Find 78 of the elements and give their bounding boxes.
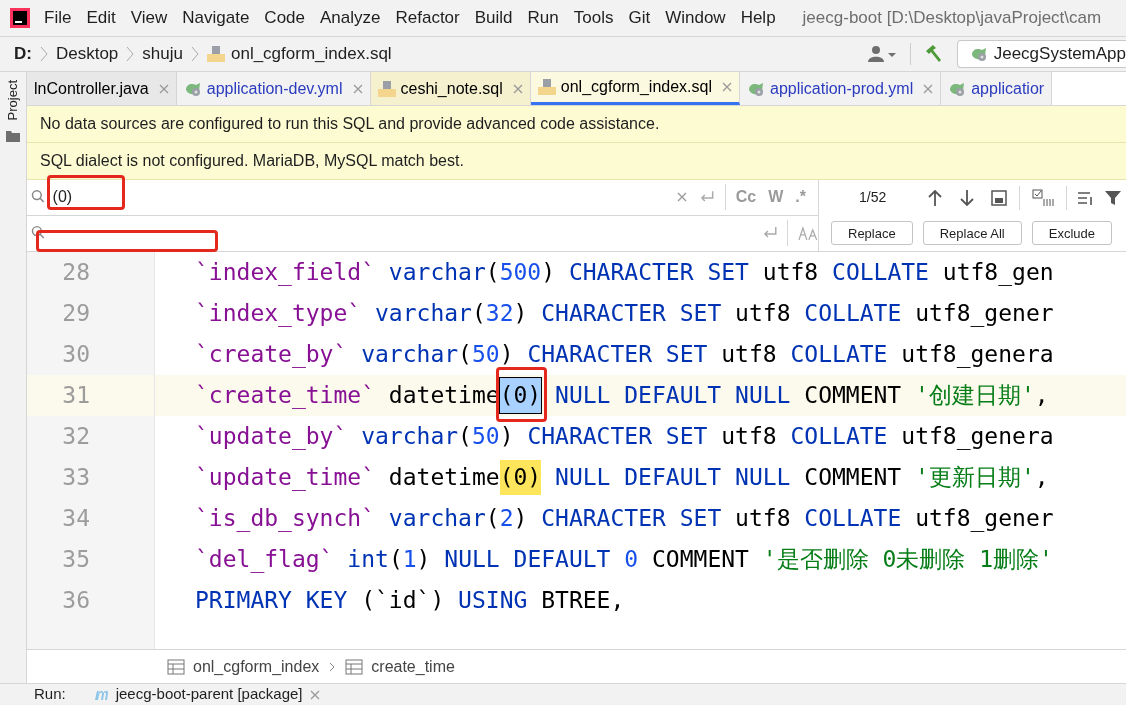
menu-item[interactable]: Code xyxy=(264,5,305,31)
breadcrumb-item[interactable]: Desktop xyxy=(55,41,119,67)
notification-banner: SQL dialect is not configured. MariaDB, MySQL match best. xyxy=(27,143,1126,180)
breadcrumb-item[interactable]: onl_cgform_index.sql xyxy=(230,41,392,67)
menu-item[interactable]: Analyze xyxy=(320,5,381,31)
config-file-icon xyxy=(948,80,967,97)
code-line: `del_flag` int(1) NULL DEFAULT 0 COMMENT '是否删除 0未删除 1删除' xyxy=(194,545,1054,575)
close-icon[interactable] xyxy=(677,192,688,203)
chevron-icon xyxy=(190,46,199,62)
code-line: `update_by` varchar(50) CHARACTER SET utf8 COLLATE utf8_genera xyxy=(194,422,1055,452)
chevron-icon xyxy=(126,46,135,62)
close-icon[interactable] xyxy=(352,83,363,94)
close-icon[interactable] xyxy=(512,83,523,94)
app-logo-icon xyxy=(10,8,30,28)
sql-file-icon xyxy=(206,46,225,62)
sql-file-icon xyxy=(377,80,396,97)
code-line: `create_by` varchar(50) CHARACTER SET utf8 COLLATE utf8_genera xyxy=(194,340,1055,370)
chevron-icon xyxy=(39,46,48,62)
sql-file-icon xyxy=(537,79,556,95)
menu-item[interactable]: Refactor xyxy=(395,5,460,31)
config-file-icon xyxy=(183,80,202,97)
select-all-icon[interactable] xyxy=(991,189,1007,206)
breadcrumb-item[interactable]: D: xyxy=(14,41,32,67)
code-line: `index_field` varchar(500) CHARACTER SET utf8 COLLATE utf8_gen xyxy=(194,258,1055,288)
editor-tab[interactable]: lnController.java xyxy=(27,72,177,105)
code-line: `index_type` varchar(32) CHARACTER SET utf8 COLLATE utf8_gener xyxy=(194,299,1055,329)
run-tab[interactable]: jeecg-boot-parent [package] xyxy=(115,683,303,705)
breadcrumb-item[interactable]: shuju xyxy=(142,41,183,67)
run-configuration-dropdown[interactable]: JeecgSystemApp xyxy=(956,40,1126,68)
filter-lines-icon[interactable] xyxy=(1077,189,1095,206)
table-icon xyxy=(167,658,185,675)
menu-item[interactable]: View xyxy=(130,5,168,31)
checkbox-list-icon[interactable] xyxy=(1032,188,1056,207)
close-icon[interactable] xyxy=(722,82,732,92)
config-file-icon xyxy=(969,46,988,62)
menu-item[interactable]: Help xyxy=(740,5,776,31)
match-counter: 1/52 xyxy=(859,188,888,208)
filter-icon[interactable] xyxy=(1105,189,1121,206)
run-label: Run: xyxy=(34,684,66,705)
annotation-box xyxy=(495,367,548,422)
user-icon[interactable] xyxy=(867,45,898,63)
code-line: `is_db_synch` varchar(2) CHARACTER SET utf8 COLLATE utf8_gener xyxy=(194,504,1055,534)
editor-tab[interactable]: ceshi_note.sql xyxy=(370,72,531,105)
chevron-icon xyxy=(329,661,336,672)
menu-item[interactable]: Build xyxy=(474,5,513,31)
editor-tab[interactable]: onl_cgform_index.sql xyxy=(530,72,740,105)
config-file-icon xyxy=(747,80,765,97)
close-icon[interactable] xyxy=(310,689,321,700)
menu-item[interactable]: Edit xyxy=(86,5,116,31)
replace-action-button[interactable]: Replace All xyxy=(922,221,1022,246)
table-icon xyxy=(345,658,364,675)
menu-item[interactable]: Git xyxy=(628,5,651,31)
code-line: PRIMARY KEY (`id`) USING BTREE, xyxy=(194,586,626,616)
editor-tab[interactable]: applicatior xyxy=(941,72,1053,105)
arrow-up-icon[interactable] xyxy=(927,188,943,207)
maven-icon xyxy=(93,688,110,701)
line-number-gutter: 28 29 30 31 32 33 34 35 36 xyxy=(27,252,155,649)
editor-tab[interactable]: application-dev.yml xyxy=(176,72,371,105)
menu-item[interactable]: Navigate xyxy=(182,5,250,31)
folder-icon xyxy=(6,130,20,143)
breadcrumb-item[interactable]: create_time xyxy=(371,654,455,679)
menu-item[interactable]: File xyxy=(44,5,72,31)
replace-action-button[interactable]: Replace xyxy=(831,221,913,246)
menu-item[interactable]: Window xyxy=(665,5,726,31)
project-tool-tab[interactable]: Project xyxy=(5,80,21,121)
menu-item[interactable]: Tools xyxy=(573,5,614,31)
preserve-case-icon[interactable] xyxy=(798,225,818,242)
arrow-down-icon[interactable] xyxy=(959,188,975,207)
close-icon[interactable] xyxy=(923,83,934,94)
code-line: `update_time` datetime(0) NULL DEFAULT NULL COMMENT '更新日期', xyxy=(155,457,1126,498)
close-icon[interactable] xyxy=(158,83,169,94)
editor-tab[interactable]: application-prod.yml xyxy=(740,72,942,105)
search-field[interactable]: (0) xyxy=(52,185,638,210)
menu-item[interactable]: Run xyxy=(527,5,559,31)
notification-banner: No data sources are configured to run this SQL and provide advanced code assistance. xyxy=(27,106,1126,143)
breadcrumb-item[interactable]: onl_cgform_index xyxy=(193,654,320,679)
window-title: jeecg-boot [D:\Desktop\javaProject\cam xyxy=(802,7,1102,30)
replace-action-button[interactable]: Exclude xyxy=(1031,221,1112,246)
